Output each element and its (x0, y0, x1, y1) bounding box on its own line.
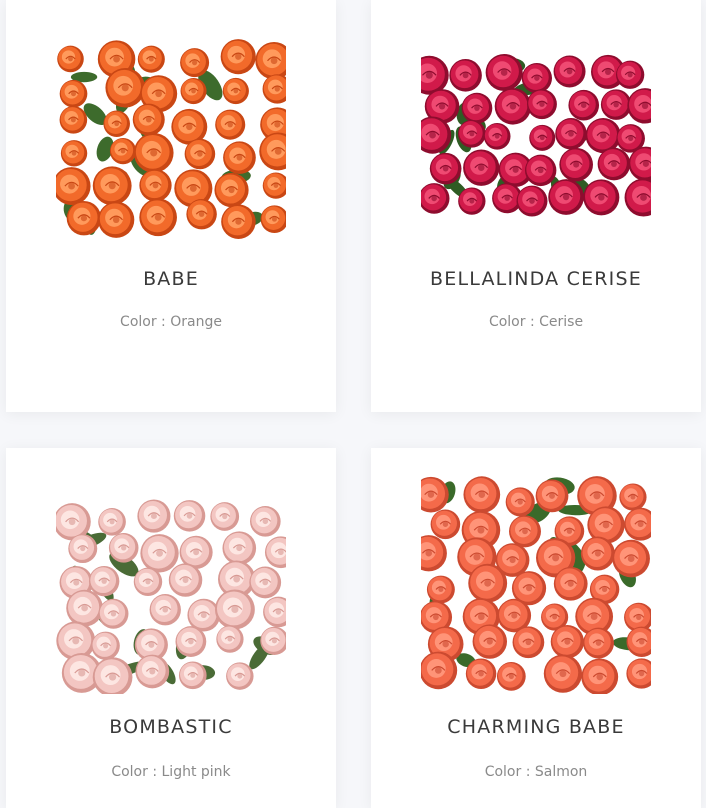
product-color: Color : Orange (120, 314, 222, 330)
product-color: Color : Cerise (488, 314, 584, 330)
product-card-bombastic[interactable]: BOMBASTIC Color : Light pink (6, 448, 336, 808)
light-pink-roses-icon (56, 499, 286, 694)
product-color: Color : Light pink (111, 764, 231, 780)
product-card-babe[interactable]: BABE Color : Orange (6, 0, 336, 412)
orange-spray-roses-icon (56, 39, 286, 239)
product-name[interactable]: CHARMING BABE (371, 716, 701, 738)
product-image-babe[interactable] (56, 14, 286, 244)
product-name[interactable]: BOMBASTIC (6, 716, 336, 738)
product-name[interactable]: BABE (6, 268, 336, 290)
product-image-bellalinda-cerise[interactable] (421, 14, 651, 244)
product-card-charming-babe[interactable]: CHARMING BABE Color : Salmon (371, 448, 701, 808)
product-color: Color : Salmon (484, 764, 588, 780)
product-image-bombastic[interactable] (56, 464, 286, 694)
salmon-roses-icon (421, 476, 651, 694)
product-image-charming-babe[interactable] (421, 464, 651, 694)
cerise-roses-icon (421, 53, 651, 217)
product-card-bellalinda-cerise[interactable]: BELLALINDA CERISE Color : Cerise (371, 0, 701, 412)
product-name[interactable]: BELLALINDA CERISE (371, 268, 701, 290)
